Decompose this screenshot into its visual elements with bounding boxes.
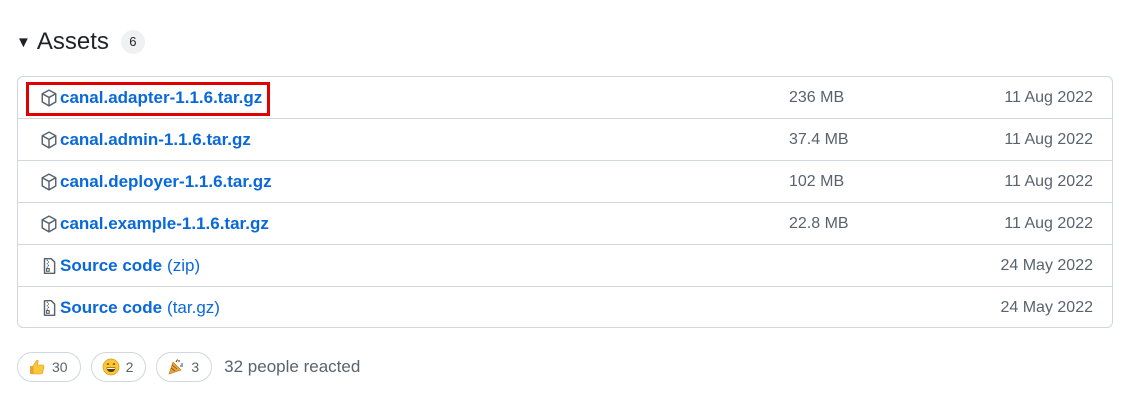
asset-download-link[interactable]: canal.example-1.1.6.tar.gz: [40, 203, 269, 244]
reaction-count: 3: [191, 359, 200, 375]
package-icon: [40, 214, 58, 233]
reactions-bar: 30 2 3 32 people reacted: [17, 351, 360, 383]
file-zip-icon: [40, 299, 58, 317]
asset-name[interactable]: Source code: [60, 298, 162, 318]
package-icon: [40, 88, 58, 107]
asset-date: 11 Aug 2022: [1004, 131, 1093, 148]
asset-name[interactable]: canal.admin-1.1.6.tar.gz: [60, 130, 251, 150]
asset-row: Source code (tar.gz) 24 May 2022: [18, 287, 1112, 327]
package-icon: [40, 130, 58, 149]
asset-row: canal.deployer-1.1.6.tar.gz 102 MB 11 Au…: [18, 161, 1112, 203]
asset-download-link[interactable]: canal.deployer-1.1.6.tar.gz: [40, 161, 272, 202]
asset-size: 37.4 MB: [789, 131, 849, 148]
asset-download-link[interactable]: Source code (zip): [40, 245, 200, 286]
reactions-summary[interactable]: 32 people reacted: [224, 357, 360, 377]
asset-download-link[interactable]: canal.admin-1.1.6.tar.gz: [40, 119, 251, 160]
reaction-count: 2: [125, 359, 134, 375]
asset-date: 11 Aug 2022: [1004, 215, 1093, 232]
asset-date: 11 Aug 2022: [1004, 173, 1093, 190]
reaction-count: 30: [52, 359, 68, 375]
asset-row: canal.example-1.1.6.tar.gz 22.8 MB 11 Au…: [18, 203, 1112, 245]
caret-down-icon[interactable]: ▼: [16, 34, 31, 51]
asset-download-link[interactable]: Source code (tar.gz): [40, 287, 220, 327]
asset-name[interactable]: canal.adapter-1.1.6.tar.gz: [60, 88, 262, 108]
assets-title[interactable]: Assets: [37, 28, 109, 56]
package-icon: [40, 172, 58, 191]
assets-header[interactable]: ▼ Assets 6: [16, 26, 145, 58]
asset-suffix[interactable]: (zip): [167, 256, 200, 276]
asset-suffix[interactable]: (tar.gz): [167, 298, 220, 318]
reaction-thumbs-up-button[interactable]: 30: [17, 352, 81, 382]
asset-name[interactable]: canal.example-1.1.6.tar.gz: [60, 214, 269, 234]
asset-size: 22.8 MB: [789, 215, 849, 232]
assets-list: canal.adapter-1.1.6.tar.gz 236 MB 11 Aug…: [17, 76, 1113, 328]
asset-date: 11 Aug 2022: [1004, 89, 1093, 106]
asset-size: 236 MB: [789, 89, 845, 106]
asset-row: Source code (zip) 24 May 2022: [18, 245, 1112, 287]
asset-name[interactable]: Source code: [60, 256, 162, 276]
release-assets-panel: ▼ Assets 6 canal.adapter-1.1.6.tar.gz 23…: [0, 0, 1133, 401]
asset-size: 102 MB: [789, 173, 845, 190]
thumbs-up-icon: [28, 358, 46, 376]
asset-date: 24 May 2022: [1000, 299, 1093, 316]
laugh-icon: [102, 358, 120, 376]
file-zip-icon: [40, 257, 58, 275]
tada-icon: [167, 358, 185, 376]
asset-row: canal.adapter-1.1.6.tar.gz 236 MB 11 Aug…: [18, 77, 1112, 119]
asset-name[interactable]: canal.deployer-1.1.6.tar.gz: [60, 172, 272, 192]
reaction-laugh-button[interactable]: 2: [90, 352, 147, 382]
asset-row: canal.admin-1.1.6.tar.gz 37.4 MB 11 Aug …: [18, 119, 1112, 161]
assets-count-badge: 6: [120, 30, 145, 54]
asset-date: 24 May 2022: [1000, 257, 1093, 274]
reaction-tada-button[interactable]: 3: [156, 352, 213, 382]
asset-download-link[interactable]: canal.adapter-1.1.6.tar.gz: [40, 77, 262, 118]
